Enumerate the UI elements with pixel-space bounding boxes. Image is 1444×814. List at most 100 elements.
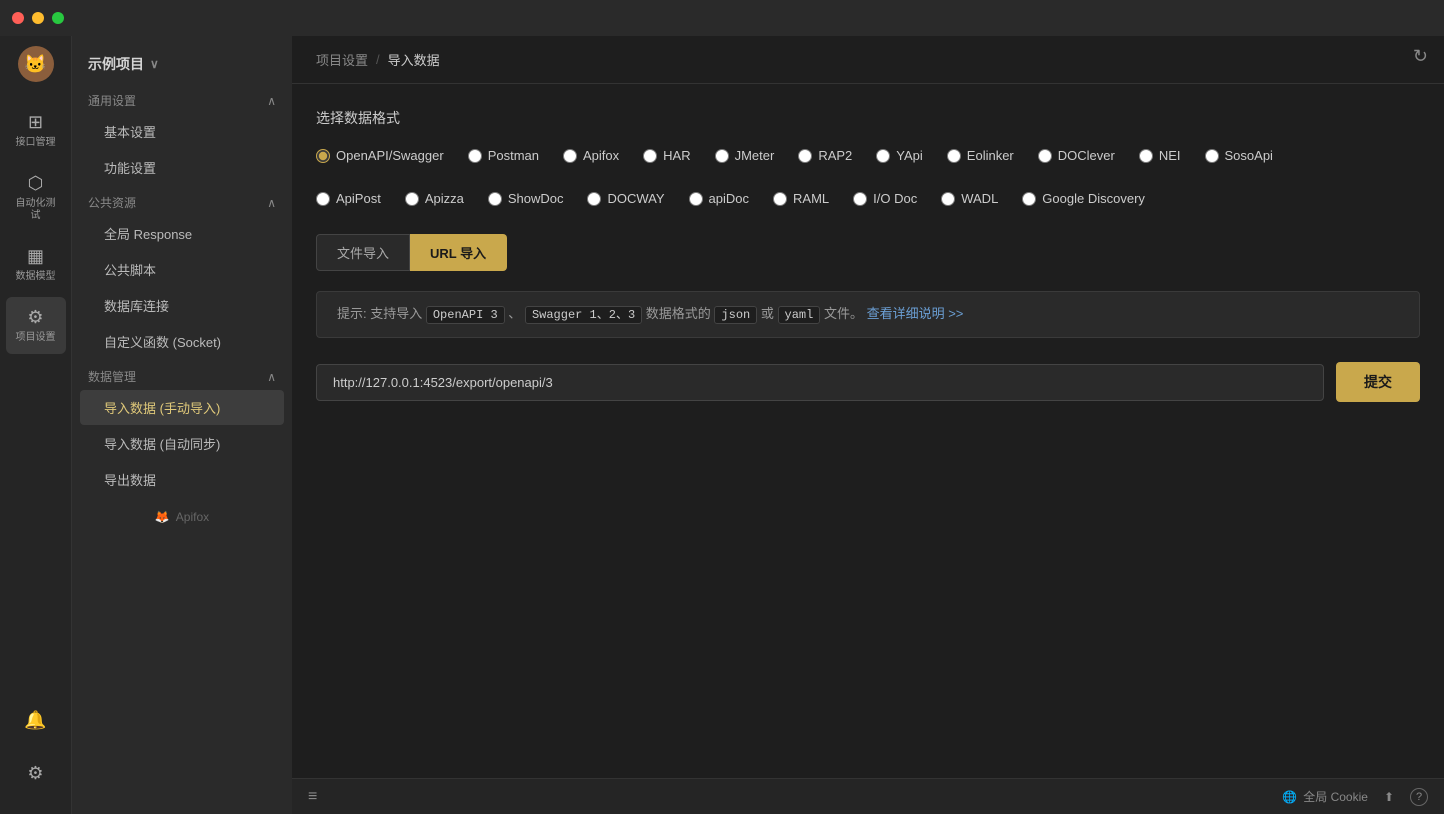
format-option-jmeter[interactable]: JMeter xyxy=(715,148,775,163)
footer-left: ≡ xyxy=(308,788,317,806)
format-radio-rap2[interactable] xyxy=(798,149,812,163)
format-option-rap2[interactable]: RAP2 xyxy=(798,148,852,163)
sidebar-item-project-settings[interactable]: ⚙ 项目设置 xyxy=(6,297,66,354)
bell-icon: 🔔 xyxy=(24,710,46,731)
nav-item-import-manual[interactable]: 导入数据 (手动导入) xyxy=(80,390,284,425)
nav-item-export-data[interactable]: 导出数据 xyxy=(80,462,284,497)
format-row-1: OpenAPI/Swagger Postman Apifox HAR JMete… xyxy=(316,148,1420,163)
global-cookie-btn[interactable]: 🌐 全局 Cookie xyxy=(1282,788,1368,805)
format-radio-io-doc[interactable] xyxy=(853,192,867,206)
format-radio-nei[interactable] xyxy=(1139,149,1153,163)
format-option-google-discovery[interactable]: Google Discovery xyxy=(1022,191,1145,206)
submit-button[interactable]: 提交 xyxy=(1336,362,1420,402)
data-model-icon: ▦ xyxy=(27,246,44,267)
format-option-sosoapi[interactable]: SosoApi xyxy=(1205,148,1273,163)
nav-item-import-auto[interactable]: 导入数据 (自动同步) xyxy=(80,426,284,461)
nav-section-public-resources[interactable]: 公共资源 ∧ xyxy=(72,186,292,215)
format-option-yapi[interactable]: YApi xyxy=(876,148,923,163)
nav-sidebar: 示例项目 ∨ 通用设置 ∧ 基本设置 功能设置 公共资源 ∧ 全局 Respon… xyxy=(72,36,292,814)
breadcrumb-parent[interactable]: 项目设置 xyxy=(316,50,368,69)
info-detail-link[interactable]: 查看详细说明 >> xyxy=(867,306,964,321)
nav-item-basic-settings[interactable]: 基本设置 xyxy=(80,114,284,149)
url-input-row: 提交 xyxy=(316,362,1420,402)
sidebar-item-notifications[interactable]: 🔔 xyxy=(6,700,66,741)
close-button[interactable] xyxy=(12,12,24,24)
nav-item-public-script[interactable]: 公共脚本 xyxy=(80,252,284,287)
project-settings-icon: ⚙ xyxy=(27,307,43,328)
format-radio-apifox[interactable] xyxy=(563,149,577,163)
sidebar-item-settings[interactable]: ⚙ xyxy=(6,753,66,794)
url-input[interactable] xyxy=(316,364,1324,401)
format-radio-postman[interactable] xyxy=(468,149,482,163)
format-radio-wadl[interactable] xyxy=(941,192,955,206)
format-option-har[interactable]: HAR xyxy=(643,148,690,163)
nav-item-feature-settings[interactable]: 功能设置 xyxy=(80,150,284,185)
share-icon[interactable]: ⬆ xyxy=(1384,790,1394,804)
minimize-button[interactable] xyxy=(32,12,44,24)
collapse-icon: ∧ xyxy=(267,370,276,384)
format-option-wadl[interactable]: WADL xyxy=(941,191,998,206)
nav-sidebar-footer: 🦊 Apifox xyxy=(72,498,292,536)
format-radio-doclever[interactable] xyxy=(1038,149,1052,163)
format-radio-apizza[interactable] xyxy=(405,192,419,206)
nav-item-custom-func[interactable]: 自定义函数 (Socket) xyxy=(80,324,284,359)
icon-sidebar-bottom: 🔔 ⚙ xyxy=(6,700,66,814)
format-option-apidoc[interactable]: apiDoc xyxy=(689,191,749,206)
format-radio-jmeter[interactable] xyxy=(715,149,729,163)
nav-section-data-mgmt[interactable]: 数据管理 ∧ xyxy=(72,360,292,389)
menu-icon[interactable]: ≡ xyxy=(308,788,317,806)
info-suffix3: 文件。 xyxy=(824,306,863,321)
format-option-apipost[interactable]: ApiPost xyxy=(316,191,381,206)
format-radio-yapi[interactable] xyxy=(876,149,890,163)
nav-item-global-response[interactable]: 全局 Response xyxy=(80,216,284,251)
format-option-showdoc[interactable]: ShowDoc xyxy=(488,191,564,206)
format-option-eolinker[interactable]: Eolinker xyxy=(947,148,1014,163)
avatar[interactable]: 🐱 xyxy=(18,46,54,82)
tab-file-import[interactable]: 文件导入 xyxy=(316,234,410,271)
format-option-apifox[interactable]: Apifox xyxy=(563,148,619,163)
format-option-docway[interactable]: DOCWAY xyxy=(587,191,664,206)
format-radio-apidoc[interactable] xyxy=(689,192,703,206)
info-suffix1: 数据格式的 xyxy=(646,306,711,321)
format-option-raml[interactable]: RAML xyxy=(773,191,829,206)
refresh-icon: ↻ xyxy=(1413,46,1428,66)
info-code-openapi: OpenAPI 3 xyxy=(426,306,505,324)
collapse-icon: ∧ xyxy=(267,196,276,210)
format-radio-docway[interactable] xyxy=(587,192,601,206)
info-banner: 提示: 支持导入 OpenAPI 3 、 Swagger 1、2、3 数据格式的… xyxy=(316,291,1420,338)
format-radio-eolinker[interactable] xyxy=(947,149,961,163)
interface-mgmt-icon: ⊞ xyxy=(28,112,43,133)
format-radio-har[interactable] xyxy=(643,149,657,163)
format-option-doclever[interactable]: DOClever xyxy=(1038,148,1115,163)
format-radio-sosoapi[interactable] xyxy=(1205,149,1219,163)
format-radio-raml[interactable] xyxy=(773,192,787,206)
format-radio-openapi[interactable] xyxy=(316,149,330,163)
format-option-nei[interactable]: NEI xyxy=(1139,148,1181,163)
format-radio-showdoc[interactable] xyxy=(488,192,502,206)
settings-icon: ⚙ xyxy=(27,763,43,784)
import-tabs: 文件导入 URL 导入 xyxy=(316,234,1420,271)
help-icon[interactable]: ? xyxy=(1410,788,1428,806)
nav-section-general[interactable]: 通用设置 ∧ xyxy=(72,84,292,113)
content-area: 选择数据格式 OpenAPI/Swagger Postman Apifox xyxy=(292,84,1444,778)
project-name: 示例项目 xyxy=(88,54,144,74)
globe-icon: 🌐 xyxy=(1282,790,1297,804)
sidebar-item-auto-test[interactable]: ⬡ 自动化测试 xyxy=(6,163,66,232)
format-option-postman[interactable]: Postman xyxy=(468,148,539,163)
format-row-2: ApiPost Apizza ShowDoc DOCWAY apiDoc xyxy=(316,191,1420,206)
sidebar-item-data-model[interactable]: ▦ 数据模型 xyxy=(6,236,66,293)
tab-url-import[interactable]: URL 导入 xyxy=(410,234,507,271)
format-option-io-doc[interactable]: I/O Doc xyxy=(853,191,917,206)
sidebar-item-interface-mgmt[interactable]: ⊞ 接口管理 xyxy=(6,102,66,159)
project-header[interactable]: 示例项目 ∨ xyxy=(72,44,292,84)
format-option-openapi[interactable]: OpenAPI/Swagger xyxy=(316,148,444,163)
app-body: 🐱 ⊞ 接口管理 ⬡ 自动化测试 ▦ 数据模型 ⚙ 项目设置 🔔 ⚙ xyxy=(0,36,1444,814)
nav-item-db-connection[interactable]: 数据库连接 xyxy=(80,288,284,323)
main-content: 项目设置 / 导入数据 ↻ 选择数据格式 OpenAPI/Swagger Pos… xyxy=(292,36,1444,814)
refresh-button[interactable]: ↻ xyxy=(1413,46,1428,67)
format-radio-apipost[interactable] xyxy=(316,192,330,206)
breadcrumb: 项目设置 / 导入数据 xyxy=(292,36,1444,84)
format-radio-google-discovery[interactable] xyxy=(1022,192,1036,206)
format-option-apizza[interactable]: Apizza xyxy=(405,191,464,206)
maximize-button[interactable] xyxy=(52,12,64,24)
